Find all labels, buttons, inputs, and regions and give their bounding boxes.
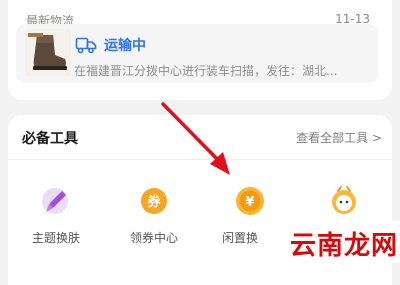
boot-product-image <box>25 29 71 76</box>
divider <box>8 159 392 160</box>
theme-skin-icon <box>40 185 72 217</box>
tool-label: 闲置换 <box>222 231 259 245</box>
truck-icon <box>75 36 97 54</box>
yen-coin-icon: ¥ <box>234 185 266 217</box>
tool-label: 领券中心 <box>129 231 178 245</box>
tool-theme-skin[interactable]: 主题换肤 <box>16 185 96 255</box>
bee-icon <box>328 185 360 217</box>
logistics-detail: 在福建晋江分拨中心进行装车扫描，发往：湖北... <box>74 64 338 78</box>
svg-text:券: 券 <box>146 194 161 210</box>
coupon-icon: 券 <box>138 185 170 217</box>
shipping-status: 运输中 <box>104 38 146 54</box>
logistics-item[interactable]: 运输中 在福建晋江分拨中心进行装车扫描，发往：湖北... <box>16 24 378 83</box>
watermark-text: 云南龙网 <box>290 231 399 261</box>
watermark: 云南龙网 <box>290 221 400 263</box>
view-all-tools-link[interactable]: 查看全部工具 > <box>296 129 382 146</box>
svg-text:¥: ¥ <box>245 195 254 210</box>
tool-label: 主题换肤 <box>31 231 80 245</box>
tools-section-title: 必备工具 <box>22 131 78 147</box>
tool-coupon-center[interactable]: 券 领券中心 <box>114 185 194 255</box>
tool-idle-exchange[interactable]: ¥ 闲置换 <box>210 185 290 255</box>
